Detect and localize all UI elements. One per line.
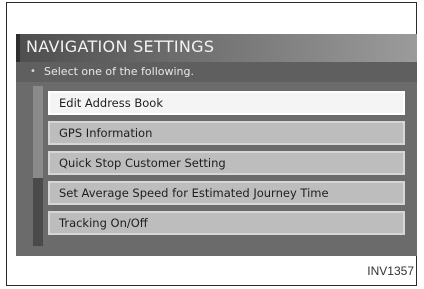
figure-code: INV1357: [367, 264, 414, 278]
menu-item-tracking-on-off[interactable]: Tracking On/Off: [48, 211, 405, 235]
instruction-bar: • Select one of the following.: [16, 62, 417, 82]
menu-item-set-average-speed[interactable]: Set Average Speed for Estimated Journey …: [48, 181, 405, 205]
navigation-settings-screen: NAVIGATION SETTINGS • Select one of the …: [16, 34, 417, 256]
menu-item-label: Edit Address Book: [59, 96, 163, 110]
instruction-text: Select one of the following.: [44, 65, 194, 78]
menu-item-label: Tracking On/Off: [59, 216, 148, 230]
bullet-icon: •: [30, 66, 36, 77]
page-title: NAVIGATION SETTINGS: [26, 37, 215, 56]
menu-item-label: GPS Information: [59, 126, 153, 140]
menu-item-label: Quick Stop Customer Setting: [59, 156, 226, 170]
menu-list: Edit Address Book GPS Information Quick …: [48, 91, 405, 241]
menu-item-label: Set Average Speed for Estimated Journey …: [59, 186, 329, 200]
menu-item-quick-stop-customer-setting[interactable]: Quick Stop Customer Setting: [48, 151, 405, 175]
title-bar: NAVIGATION SETTINGS: [16, 34, 417, 62]
title-accent: [16, 34, 20, 62]
scrollbar-thumb[interactable]: [33, 86, 43, 178]
menu-item-gps-information[interactable]: GPS Information: [48, 121, 405, 145]
scrollbar[interactable]: [33, 86, 43, 246]
menu-item-edit-address-book[interactable]: Edit Address Book: [48, 91, 405, 115]
